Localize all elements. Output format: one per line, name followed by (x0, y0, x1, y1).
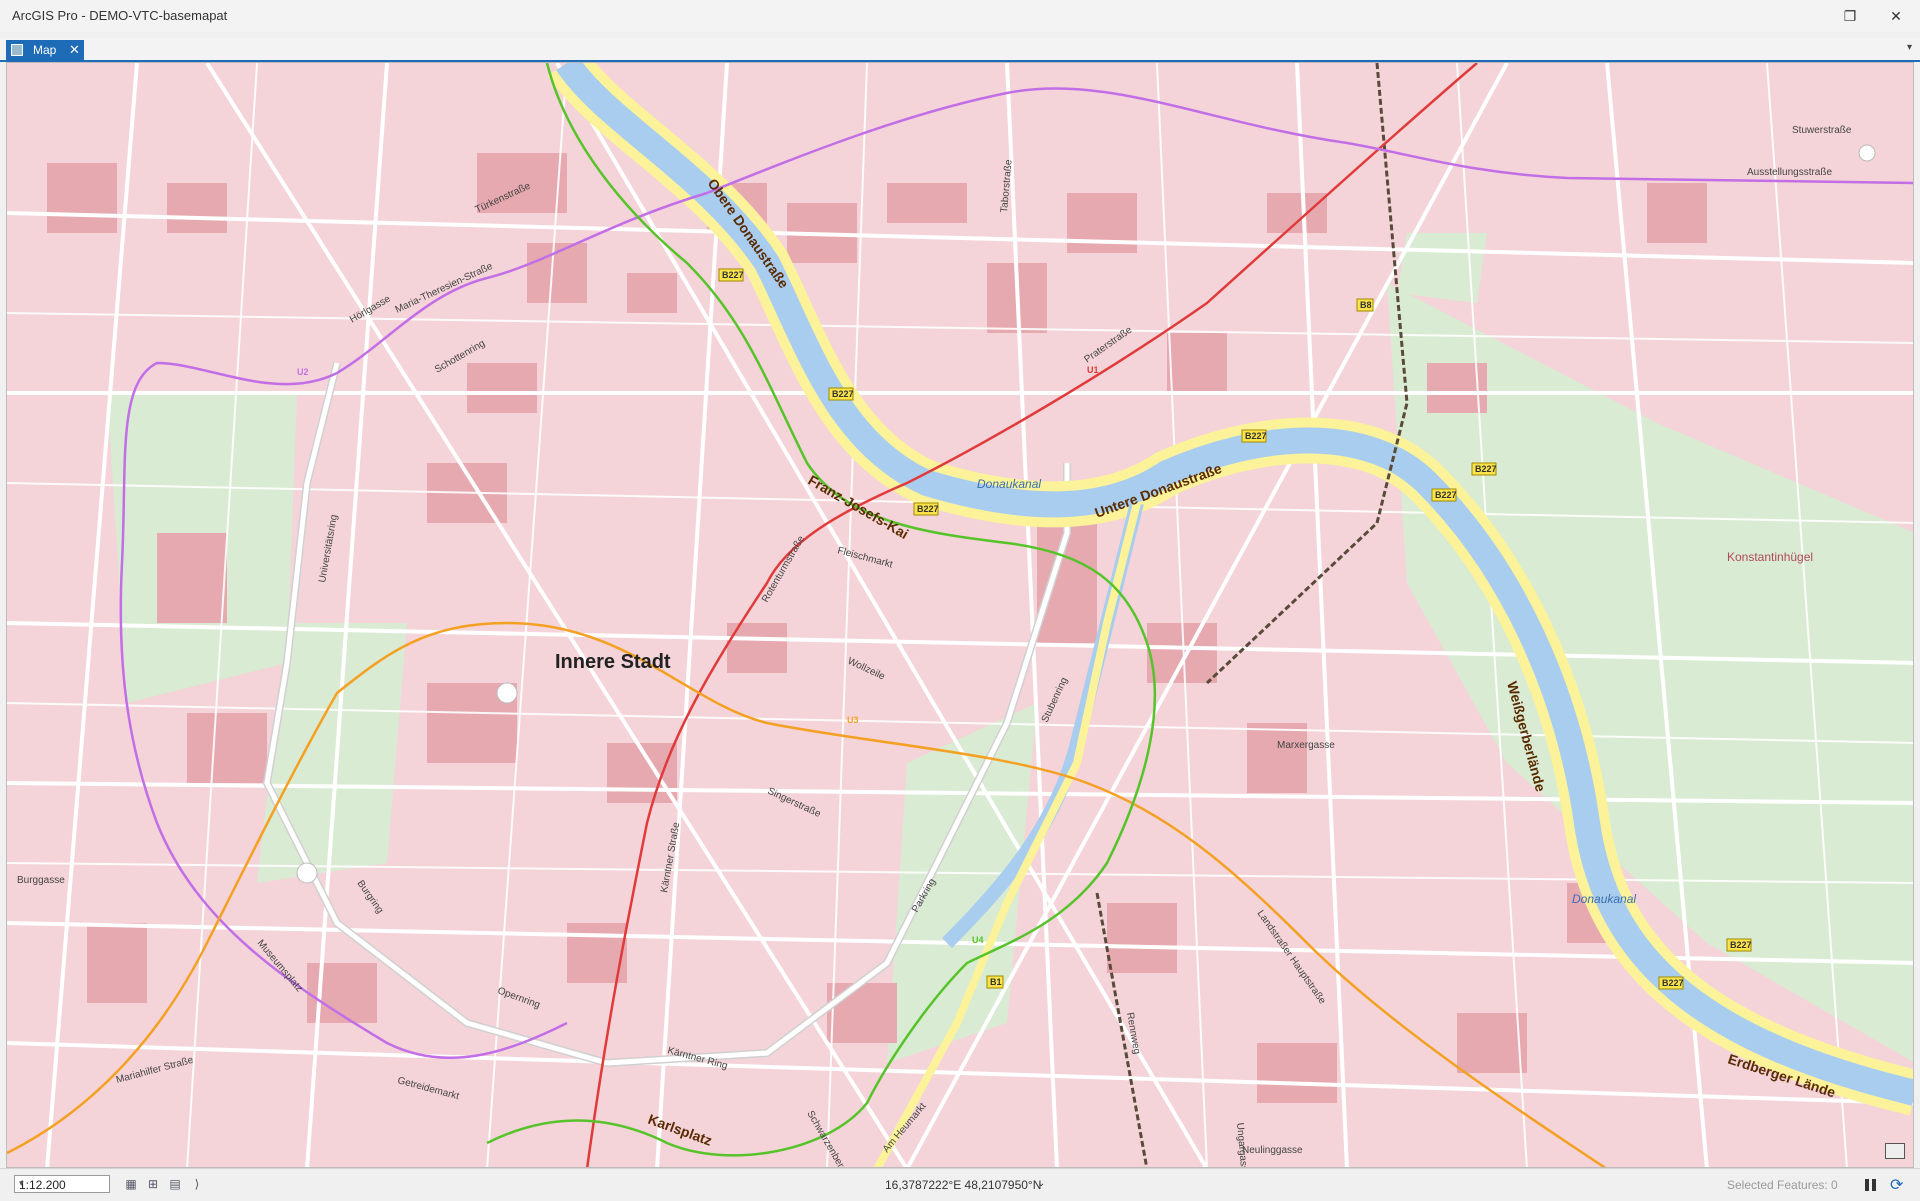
roundabout (496, 682, 518, 704)
tab-label: Map (33, 43, 57, 57)
restore-window-button[interactable]: ❐ (1830, 4, 1870, 28)
coordinate-readout: 16,3787222°E 48,2107950°N (885, 1178, 1042, 1192)
poi-label: Konstantinhügel (1727, 550, 1813, 564)
pane-tab-strip: Map ✕ ▾ (0, 38, 1920, 62)
street-label: Stuwerstraße (1792, 125, 1852, 136)
window-title: ArcGIS Pro - DEMO-VTC-basemapat (12, 8, 228, 23)
svg-text:U3: U3 (847, 715, 859, 725)
water-label: Donaukanal (1572, 892, 1636, 906)
title-bar: ArcGIS Pro - DEMO-VTC-basemapat ❐ ✕ (0, 0, 1920, 32)
water-label: Donaukanal (977, 477, 1041, 491)
svg-text:B227: B227 (1245, 431, 1267, 441)
layout-toggle-icon[interactable] (1885, 1143, 1905, 1159)
svg-text:U2: U2 (297, 367, 309, 377)
street-label: Marxergasse (1277, 740, 1335, 751)
svg-text:B1: B1 (990, 977, 1002, 987)
street-label: Neulinggasse (1242, 1145, 1303, 1156)
map-view[interactable]: Innere Stadt Obere Donaustraße Franz-Jos… (6, 62, 1914, 1168)
svg-text:B227: B227 (1730, 940, 1752, 950)
svg-text:U4: U4 (972, 935, 984, 945)
svg-text:B227: B227 (1435, 490, 1457, 500)
close-icon[interactable]: ✕ (69, 42, 80, 58)
svg-text:B227: B227 (917, 504, 939, 514)
navigate-icon[interactable]: ⟩ (188, 1176, 206, 1192)
svg-text:B227: B227 (1662, 978, 1684, 988)
basemap-canvas[interactable]: Innere Stadt Obere Donaustraße Franz-Jos… (7, 63, 1914, 1168)
district-label: Innere Stadt (555, 651, 671, 673)
fixed-zoom-icon[interactable]: ⊞ (144, 1176, 162, 1192)
coordinate-format-dropdown[interactable]: ⌄ (1037, 1178, 1045, 1189)
pause-drawing-button[interactable] (1863, 1177, 1879, 1193)
street-label: Ausstellungsstraße (1747, 167, 1832, 178)
tab-map[interactable]: Map ✕ (6, 40, 84, 60)
svg-text:B227: B227 (832, 389, 854, 399)
close-window-button[interactable]: ✕ (1876, 4, 1916, 28)
svg-text:U1: U1 (1087, 365, 1099, 375)
map-icon (11, 44, 23, 56)
status-bar: 1:12.200 ▾ ▦ ⊞ ▤ ⟩ 16,3787222°E 48,21079… (0, 1168, 1920, 1201)
scale-selector[interactable]: 1:12.200 ▾ (14, 1175, 110, 1193)
chevron-down-icon[interactable]: ▾ (19, 1178, 106, 1189)
svg-text:B227: B227 (722, 270, 744, 280)
street-label: Burggasse (17, 875, 65, 886)
svg-text:B8: B8 (1360, 300, 1372, 310)
full-extent-icon[interactable]: ▦ (122, 1176, 140, 1192)
refresh-icon[interactable]: ⟳ (1890, 1175, 1903, 1195)
svg-text:B227: B227 (1475, 464, 1497, 474)
selected-features-count[interactable]: Selected Features: 0 (1727, 1178, 1838, 1192)
tab-menu-chevron-icon[interactable]: ▾ (1907, 42, 1912, 53)
grid-icon[interactable]: ▤ (166, 1176, 184, 1192)
